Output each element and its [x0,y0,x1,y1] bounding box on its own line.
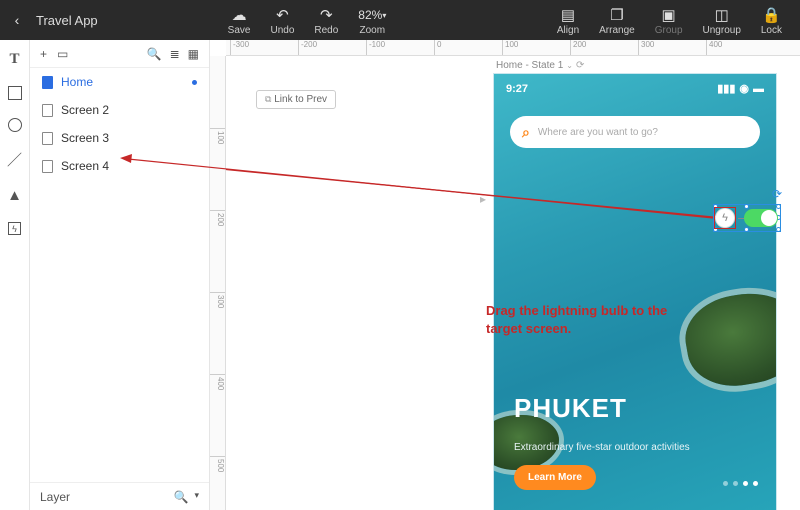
rectangle-tool[interactable] [8,86,22,100]
cloud-upload-icon: ☁ [232,6,247,24]
selected-interaction-group[interactable]: ⟳ ϟ [716,207,778,229]
status-bar: 9:27 ▮▮▮ ◉ ▬ [506,82,764,95]
panel-footer: Layer 🔍 ▾ [30,482,209,510]
interaction-tool[interactable]: ϟ [8,222,21,235]
canvas-inner[interactable]: ⧉ Link to Prev ▸ Home - State 1 ⌄ ⟳ 9:27… [226,56,800,510]
artboard-home[interactable]: 9:27 ▮▮▮ ◉ ▬ ⌕ Where are you want to go?… [494,74,776,510]
lock-icon: 🔒 [762,6,781,24]
learn-more-button[interactable]: Learn More [514,465,596,490]
screen-item-4[interactable]: Screen 4 [30,152,209,180]
align-button[interactable]: ▤ Align [547,0,589,40]
screen-label: Screen 4 [61,159,109,173]
search-icon[interactable]: 🔍 [174,490,189,504]
annotation-text: Drag the lightning bulb to the target sc… [486,302,676,337]
page-icon [42,132,53,145]
link-to-prev-button[interactable]: ⧉ Link to Prev [256,90,336,109]
search-icon[interactable]: 🔍 [147,47,162,61]
page-dots[interactable] [723,481,758,486]
group-icon: ▣ [662,6,676,24]
hero-title: PHUKET [514,393,627,424]
search-placeholder: Where are you want to go? [538,127,658,138]
top-toolbar: ‹ Travel App ☁ Save ↶ Undo ↷ Redo 82% ▾ … [0,0,800,40]
screen-label: Home [61,75,93,89]
active-dot-icon [192,80,197,85]
ruler-horizontal: -300 -200 -100 0 100 200 300 400 [226,40,800,56]
arrange-button[interactable]: ❐ Arrange [589,0,645,40]
redo-icon: ↷ [320,6,333,24]
app-title: Travel App [36,13,98,28]
entry-arrow-icon: ▸ [480,192,486,206]
canvas[interactable]: -300 -200 -100 0 100 200 300 400 100 200… [210,40,800,510]
chevron-down-icon[interactable]: ▾ [194,490,199,504]
zoom-control[interactable]: 82% ▾ Zoom [348,0,396,40]
screen-label: Screen 2 [61,103,109,117]
annotation-highlight-box [714,207,736,229]
battery-icon: ▬ [753,83,764,95]
arrange-icon: ❐ [610,6,623,24]
redo-button[interactable]: ↷ Redo [304,0,348,40]
wifi-icon: ◉ [739,82,749,95]
island-graphic [679,284,776,393]
lock-button[interactable]: 🔒 Lock [751,0,792,40]
folder-icon[interactable]: ▭ [57,47,68,61]
undo-button[interactable]: ↶ Undo [260,0,304,40]
save-button[interactable]: ☁ Save [218,0,261,40]
refresh-icon: ⟳ [576,60,584,71]
chevron-down-icon: ⌄ [566,61,573,70]
align-icon: ▤ [561,6,575,24]
undo-icon: ↶ [276,6,289,24]
image-tool[interactable]: ▲ [6,186,24,204]
grid-view-icon[interactable]: ▦ [188,47,199,61]
ruler-vertical: 100 200 300 400 500 [210,56,226,510]
line-tool[interactable]: ／ [6,150,24,168]
toggle-switch[interactable] [744,209,778,227]
screen-item-2[interactable]: Screen 2 [30,96,209,124]
screens-panel: + ▭ 🔍 ≣ ▦ Home Screen 2 Screen 3 Screen … [30,40,210,510]
text-tool[interactable]: T [6,50,24,68]
chevron-down-icon: ▾ [382,11,386,20]
screen-list: Home Screen 2 Screen 3 Screen 4 [30,68,209,482]
status-time: 9:27 [506,83,528,95]
panel-header: + ▭ 🔍 ≣ ▦ [30,40,209,68]
search-bar[interactable]: ⌕ Where are you want to go? [510,116,760,148]
ungroup-icon: ◫ [715,6,729,24]
list-view-icon[interactable]: ≣ [170,47,180,61]
screen-item-home[interactable]: Home [30,68,209,96]
signal-icon: ▮▮▮ [717,82,735,95]
rotate-handle-icon[interactable]: ⟳ [772,187,782,201]
group-button[interactable]: ▣ Group [645,0,693,40]
tool-rail: T ／ ▲ ϟ [0,40,30,510]
ungroup-button[interactable]: ◫ Ungroup [693,0,751,40]
page-icon [42,76,53,89]
hero-subtitle: Extraordinary five-star outdoor activiti… [514,441,736,454]
back-button[interactable]: ‹ [8,12,26,28]
screen-label: Screen 3 [61,131,109,145]
search-icon: ⌕ [522,124,530,141]
page-icon [42,104,53,117]
page-icon [42,160,53,173]
artboard-label[interactable]: Home - State 1 ⌄ ⟳ [496,60,584,71]
screen-item-3[interactable]: Screen 3 [30,124,209,152]
layer-label: Layer [40,490,70,504]
ellipse-tool[interactable] [8,118,22,132]
add-icon[interactable]: + [40,47,47,61]
